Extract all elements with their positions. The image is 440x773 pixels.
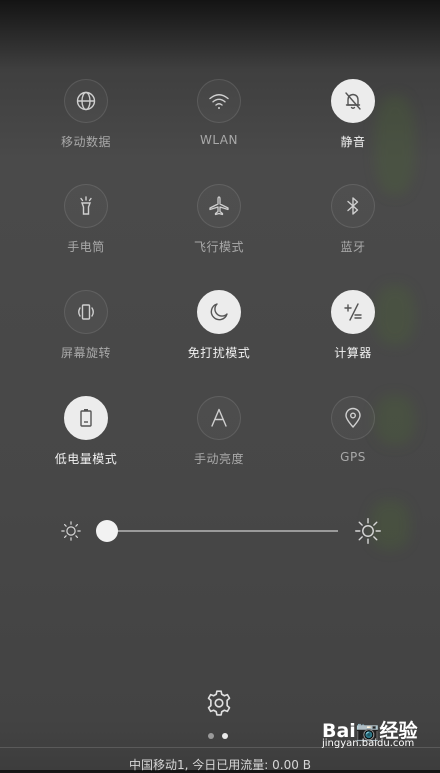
gps-toggle[interactable] [331,396,375,440]
calculator-toggle[interactable] [331,290,375,334]
wifi-icon [209,94,229,109]
location-pin-icon [345,407,361,428]
tile-label: 免打扰模式 [187,346,251,360]
airplane-mode-toggle[interactable] [197,184,241,228]
carrier-data-usage: 中国移动1, 今日已用流量: 0.00 B [129,758,311,772]
tile-label: 手动亮度 [193,452,244,466]
brightness-low-icon [61,521,81,541]
tile-mobile-data[interactable]: 移动数据 [31,79,141,150]
do-not-disturb-toggle[interactable] [197,290,241,334]
letter-a-icon [211,408,227,427]
tile-label: 手电筒 [67,240,105,254]
tile-gps[interactable]: GPS [298,396,408,464]
tile-mute[interactable]: 静音 [298,79,408,150]
tile-do-not-disturb[interactable]: 免打扰模式 [164,290,274,361]
screen-rotation-toggle[interactable] [64,290,108,334]
bell-slash-icon [345,92,361,110]
calculator-icon [344,303,362,321]
tile-low-power-mode[interactable]: 低电量模式 [31,396,141,467]
tile-manual-brightness[interactable]: 手动亮度 [164,396,274,467]
rotate-icon [78,304,94,320]
mute-toggle[interactable] [331,79,375,123]
tile-label: 计算器 [334,346,372,360]
tile-label: 飞行模式 [193,240,244,254]
low-power-mode-toggle[interactable] [64,396,108,440]
page-dot[interactable] [208,733,214,739]
watermark-url: jingyan.baidu.com [322,738,415,749]
moon-icon [210,303,228,321]
battery-icon [80,409,92,427]
tile-label: 静音 [340,135,366,149]
tile-calculator[interactable]: 计算器 [298,290,408,361]
tile-bluetooth[interactable]: 蓝牙 [298,184,408,255]
page-indicator [208,733,228,739]
flashlight-toggle[interactable] [64,184,108,228]
tile-label: 蓝牙 [340,240,366,254]
flashlight-icon [80,196,92,215]
tile-label: 屏幕旋转 [60,346,111,360]
tile-wlan[interactable]: WLAN [164,79,274,147]
page-dot-active[interactable] [222,733,228,739]
brightness-slider-thumb[interactable] [96,520,118,542]
wlan-toggle[interactable] [197,79,241,123]
mobile-data-toggle[interactable] [64,79,108,123]
bluetooth-icon [347,197,359,215]
tile-label: WLAN [199,133,238,147]
tile-screen-rotation[interactable]: 屏幕旋转 [31,290,141,361]
bluetooth-toggle[interactable] [331,184,375,228]
brightness-high-icon [355,518,381,544]
tile-airplane-mode[interactable]: 飞行模式 [164,184,274,255]
airplane-icon [209,196,229,216]
settings-gear-icon[interactable] [204,688,234,718]
tile-label: 移动数据 [60,135,111,149]
tile-label: GPS [340,450,366,464]
brightness-slider-track[interactable] [106,530,338,532]
manual-brightness-toggle[interactable] [197,396,241,440]
globe-icon [76,91,96,111]
tile-flashlight[interactable]: 手电筒 [31,184,141,255]
tile-label: 低电量模式 [54,452,118,466]
